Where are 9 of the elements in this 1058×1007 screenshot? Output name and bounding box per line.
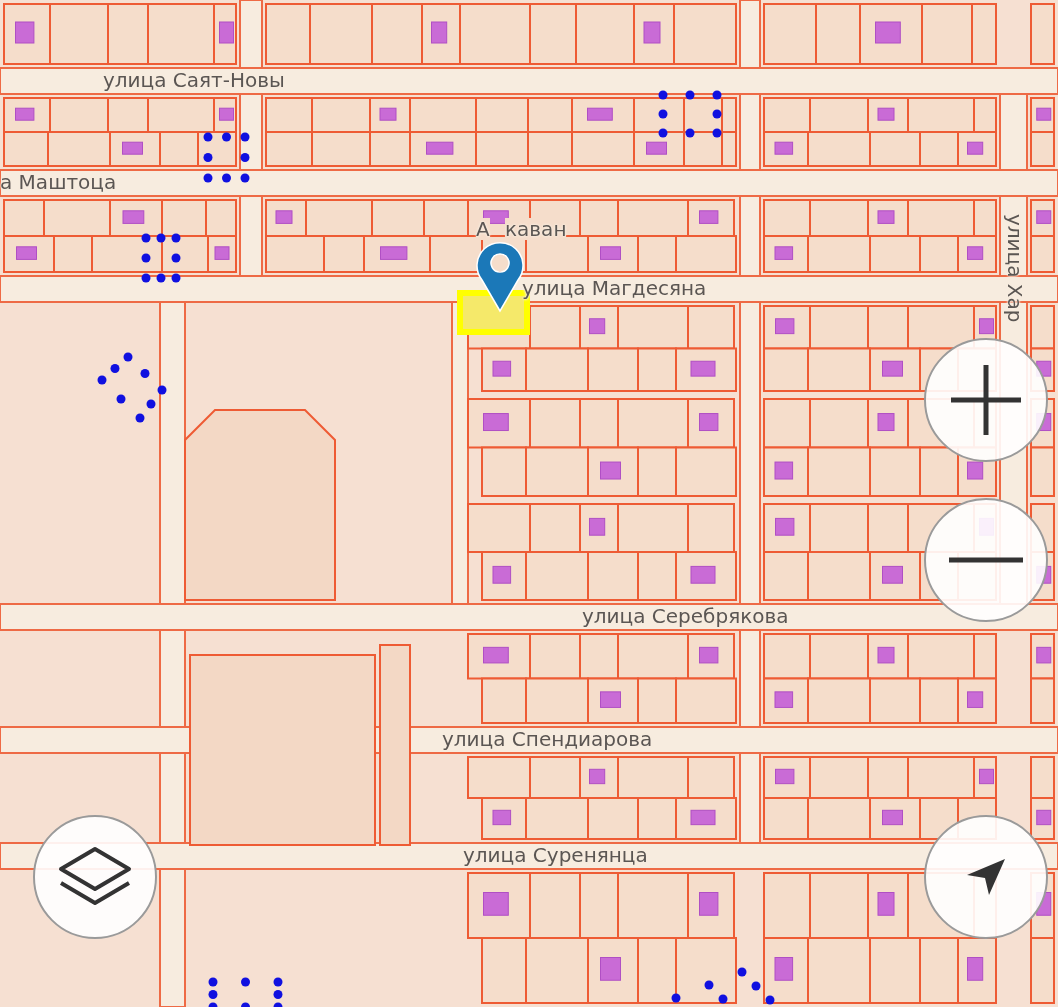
street-label: улица Спендиарова [442,728,653,750]
street-label: каван [505,218,567,240]
street-label: улица Серебрякова [582,605,789,627]
street-label: А [476,218,490,240]
street-label: улица Магдесяна [522,277,707,299]
street-label: а Маштоца [0,171,117,193]
street-label: улица Суренянца [463,844,648,866]
street-label: улица Саят-Новы [103,69,285,91]
street-label: улица Хар [1004,214,1026,323]
